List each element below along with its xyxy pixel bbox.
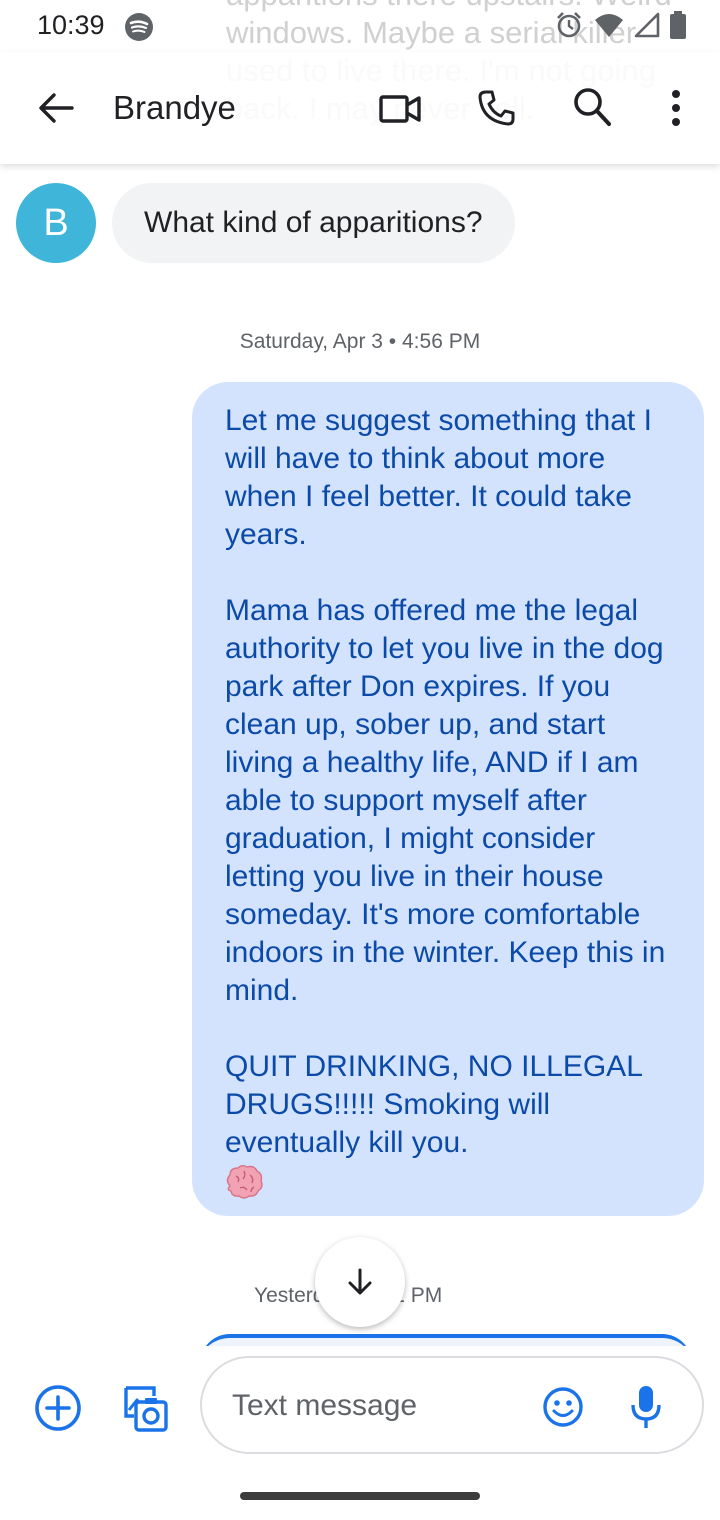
spotify-icon <box>125 13 153 41</box>
back-arrow-icon[interactable] <box>36 88 76 128</box>
more-options-icon[interactable] <box>662 88 690 128</box>
outgoing-message[interactable]: Let me suggest something that I will hav… <box>192 382 704 1216</box>
gallery-camera-icon[interactable] <box>116 1382 168 1434</box>
compose-bar: Text message <box>0 1346 720 1466</box>
battery-icon <box>670 11 686 39</box>
signal-icon <box>634 12 660 38</box>
status-time: 10:39 <box>37 10 105 40</box>
alarm-icon <box>557 12 581 38</box>
arrow-down-icon <box>348 1268 372 1295</box>
date-divider-label: Saturday, Apr 3 • 4:56 PM <box>239 330 481 353</box>
emoji-icon[interactable] <box>542 1386 584 1428</box>
wifi-icon <box>595 14 623 37</box>
scroll-to-bottom-button[interactable] <box>315 1237 405 1327</box>
contact-avatar[interactable]: B <box>16 183 96 263</box>
status-bar: 10:39 <box>0 0 720 52</box>
app-bar: Brandye <box>0 52 720 164</box>
search-icon[interactable] <box>572 86 612 128</box>
contact-name[interactable]: Brandye <box>113 89 236 127</box>
brain-emoji-icon <box>226 1165 263 1199</box>
phone-call-icon[interactable] <box>476 88 516 128</box>
message-input-placeholder: Text message <box>232 1389 418 1422</box>
video-call-icon[interactable] <box>378 89 422 129</box>
incoming-message[interactable]: What kind of apparitions? <box>112 183 515 263</box>
gesture-navigation-handle[interactable] <box>240 1492 480 1500</box>
microphone-icon[interactable] <box>628 1384 664 1430</box>
add-attachment-icon[interactable] <box>34 1384 82 1432</box>
message-input[interactable]: Text message <box>200 1356 704 1454</box>
date-divider: Saturday, Apr 3 • 4:56 PM <box>0 330 720 354</box>
